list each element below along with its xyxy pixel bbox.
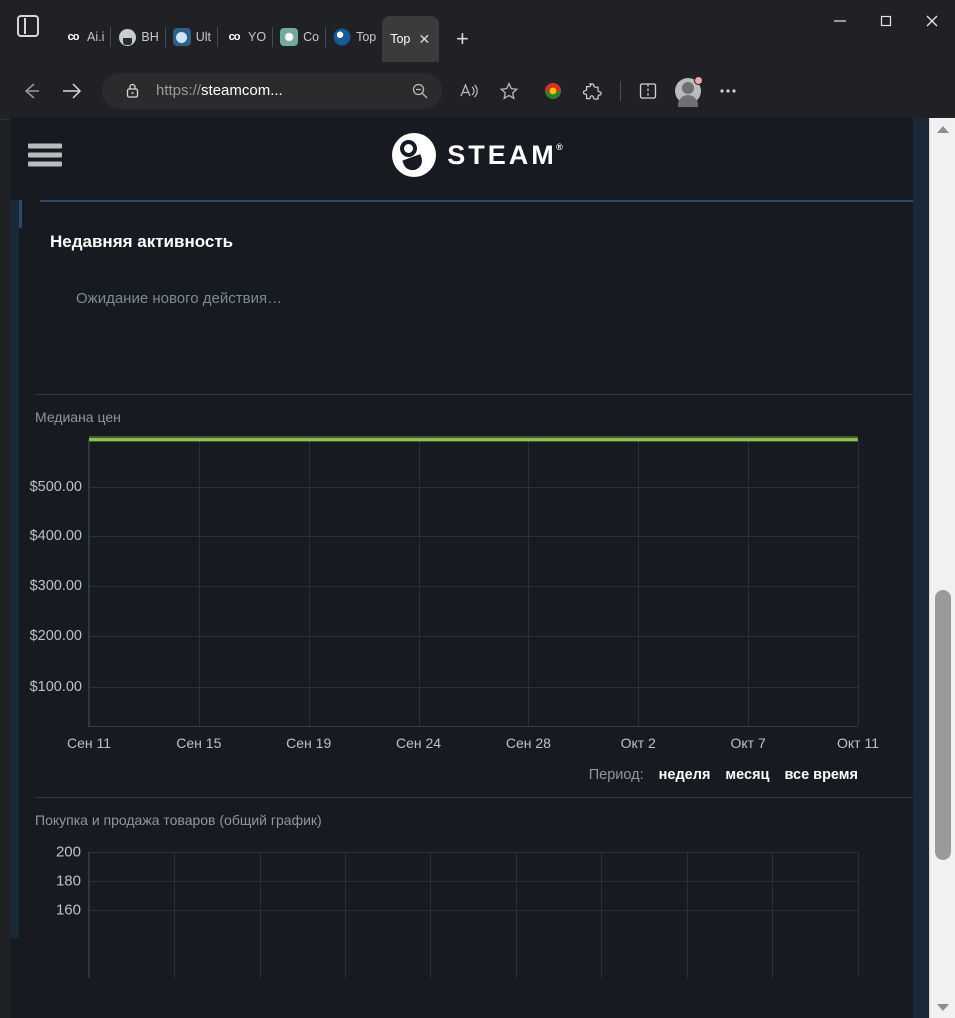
tab-list: co Ai.i BH Ult co YO ✺ Co Top Top ✕ + [56, 0, 817, 62]
address-bar[interactable]: https://steamcom... [102, 72, 442, 109]
extension-colored-icon[interactable] [534, 72, 572, 110]
recent-activity-section: Недавняя активность Ожидание нового дейс… [10, 202, 939, 307]
x-axis-tick: Окт 2 [620, 735, 656, 751]
read-aloud-icon[interactable] [450, 72, 488, 110]
chart-title: Покупка и продажа товаров (общий график) [35, 812, 322, 828]
puzzle-icon[interactable] [574, 72, 612, 110]
avatar[interactable] [669, 72, 707, 110]
steam-icon [333, 28, 352, 46]
page-content: Недавняя активность Ожидание нового дейс… [10, 200, 939, 978]
steam-logo-mark [392, 133, 437, 177]
scroll-down-icon[interactable] [930, 996, 955, 1018]
navigation-toolbar: https://steamcom... [0, 62, 955, 120]
median-price-line [89, 438, 858, 441]
y-axis-tick: 160 [55, 901, 81, 919]
page-title: Недавняя активность [50, 232, 234, 251]
scrollbar-thumb[interactable] [935, 590, 951, 860]
browser-window: co Ai.i BH Ult co YO ✺ Co Top Top ✕ + ht… [0, 0, 955, 1018]
x-axis-tick: Сен 11 [66, 735, 112, 751]
steam-logo-text: STEAM ® [447, 139, 566, 170]
page-right-gutter [913, 118, 929, 1018]
x-axis-tick: Окт 7 [730, 735, 766, 751]
page-viewport: STEAM ® Недавняя активность Ожидание ново… [10, 118, 955, 1018]
split-screen-icon[interactable] [629, 72, 667, 110]
sidebar-icon [17, 15, 39, 37]
chart-title: Медиана цен [35, 409, 121, 425]
y-axis-tick: $400.00 [29, 527, 82, 544]
y-axis-tick: $500.00 [29, 478, 82, 495]
close-button[interactable] [909, 0, 955, 42]
new-tab-button[interactable]: + [445, 22, 479, 56]
url-host: steamcom... [201, 82, 283, 99]
page-scrollbar[interactable] [929, 118, 955, 1018]
scroll-up-icon[interactable] [930, 118, 955, 140]
browser-tab[interactable]: ✺ Co [272, 16, 325, 58]
star-icon[interactable] [490, 72, 528, 110]
steam-logo[interactable]: STEAM ® [392, 133, 566, 177]
y-axis-tick: $100.00 [29, 678, 82, 695]
co-gold-icon: co [228, 31, 241, 43]
github-icon [118, 28, 136, 46]
minimize-button[interactable] [817, 0, 863, 42]
tab-title: Ai.i [87, 30, 105, 44]
browser-tab[interactable]: BH [110, 16, 164, 58]
tab-title: Co [303, 30, 320, 44]
tab-title: BH [141, 30, 159, 44]
sidebar-toggle-button[interactable] [0, 0, 56, 62]
x-axis-tick: Сен 15 [176, 735, 222, 751]
toolbar-extensions [534, 72, 747, 110]
forward-arrow-icon[interactable] [52, 72, 90, 110]
browser-tab[interactable]: Ult [164, 16, 217, 58]
y-axis-tick: 180 [55, 872, 81, 890]
zoom-out-icon[interactable] [404, 75, 436, 107]
x-axis-tick: Сен 19 [286, 735, 332, 751]
buy-sell-chart-block: Покупка и продажа товаров (общий график)… [10, 798, 939, 978]
buy-sell-plot[interactable]: 200 180 160 [56, 844, 859, 978]
browser-tab[interactable]: co Ai.i [56, 16, 110, 58]
url-text: https://steamcom... [156, 82, 396, 99]
ellipsis-icon[interactable] [709, 72, 747, 110]
median-price-chart-block: Медиана цен $500.00 $400.00 $300.00 $200… [10, 395, 939, 783]
close-icon[interactable]: ✕ [415, 30, 433, 48]
period-selector: Период: неделя месяц все время [10, 767, 858, 783]
ultra-icon [172, 28, 191, 46]
window-controls [817, 0, 955, 62]
url-scheme: https:// [156, 82, 202, 99]
back-arrow-icon[interactable] [12, 72, 50, 110]
tab-title: Ult [195, 30, 212, 44]
y-axis-tick: $200.00 [29, 628, 82, 645]
tab-title: Top [356, 30, 377, 44]
tab-title: Top [390, 32, 411, 46]
x-axis-tick: Сен 28 [505, 735, 551, 751]
lock-icon[interactable] [116, 75, 148, 107]
period-option-week[interactable]: неделя [659, 767, 711, 783]
y-axis-tick: $300.00 [29, 578, 82, 595]
median-price-plot[interactable]: $500.00 $400.00 $300.00 $200.00 $100.00 … [30, 436, 879, 751]
browser-tab[interactable]: Top [325, 16, 382, 58]
tab-title: YO [248, 30, 267, 44]
trademark: ® [556, 141, 566, 152]
period-option-alltime[interactable]: все время [784, 767, 858, 783]
maximize-button[interactable] [863, 0, 909, 42]
x-axis-tick: Сен 24 [395, 735, 442, 751]
median-price-plot-wrapper: $500.00 $400.00 $300.00 $200.00 $100.00 … [10, 433, 939, 755]
period-option-month[interactable]: месяц [725, 767, 769, 783]
toolbar-divider [620, 80, 621, 101]
period-label: Период: [588, 767, 644, 783]
steam-page: STEAM ® Недавняя активность Ожидание ново… [10, 118, 939, 1018]
y-axis-tick: 200 [55, 843, 81, 861]
browser-tab-active[interactable]: Top ✕ [382, 16, 440, 62]
recent-activity-empty-text: Ожидание нового действия… [76, 290, 283, 307]
x-axis-tick: Окт 11 [836, 735, 880, 751]
co-icon: co [67, 31, 80, 43]
page-left-accent [19, 200, 22, 228]
tab-strip: co Ai.i BH Ult co YO ✺ Co Top Top ✕ + [0, 0, 955, 62]
buy-sell-plot-wrapper: 200 180 160 [10, 838, 939, 978]
steam-site-header: STEAM ® [10, 118, 939, 192]
hamburger-menu-icon[interactable] [28, 140, 62, 171]
openai-icon: ✺ [280, 28, 299, 46]
browser-tab[interactable]: co YO [217, 16, 272, 58]
notification-dot [694, 75, 703, 85]
